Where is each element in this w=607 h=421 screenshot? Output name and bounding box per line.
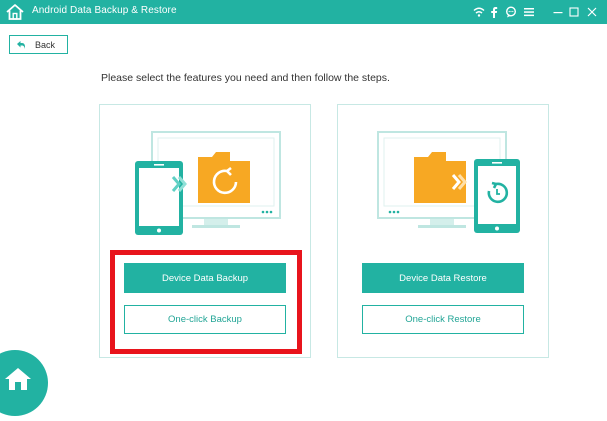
home-button[interactable]	[0, 350, 48, 416]
home-icon[interactable]	[5, 2, 25, 22]
title-bar: Android Data Backup & Restore	[0, 0, 607, 24]
restore-panel: Device Data Restore One-click Restore	[337, 104, 549, 358]
device-data-restore-button[interactable]: Device Data Restore	[362, 263, 524, 293]
one-click-restore-button[interactable]: One-click Restore	[362, 305, 524, 334]
instruction-text: Please select the features you need and …	[101, 72, 390, 84]
back-label: Back	[35, 39, 56, 50]
close-icon[interactable]	[583, 3, 601, 21]
menu-icon[interactable]	[520, 3, 538, 21]
computer-to-phone-restore-illustration	[377, 131, 520, 233]
app-title: Android Data Backup & Restore	[32, 5, 177, 16]
home-icon	[5, 368, 31, 390]
back-arrow-icon	[17, 40, 25, 49]
one-click-backup-button[interactable]: One-click Backup	[124, 305, 286, 334]
phone-to-computer-backup-illustration	[135, 131, 281, 235]
chat-icon[interactable]	[502, 3, 520, 21]
facebook-icon[interactable]	[485, 3, 503, 21]
backup-panel: Device Data Backup One-click Backup	[99, 104, 311, 358]
device-data-backup-button[interactable]: Device Data Backup	[124, 263, 286, 293]
maximize-icon[interactable]	[565, 3, 583, 21]
back-button[interactable]: Back	[9, 35, 68, 54]
